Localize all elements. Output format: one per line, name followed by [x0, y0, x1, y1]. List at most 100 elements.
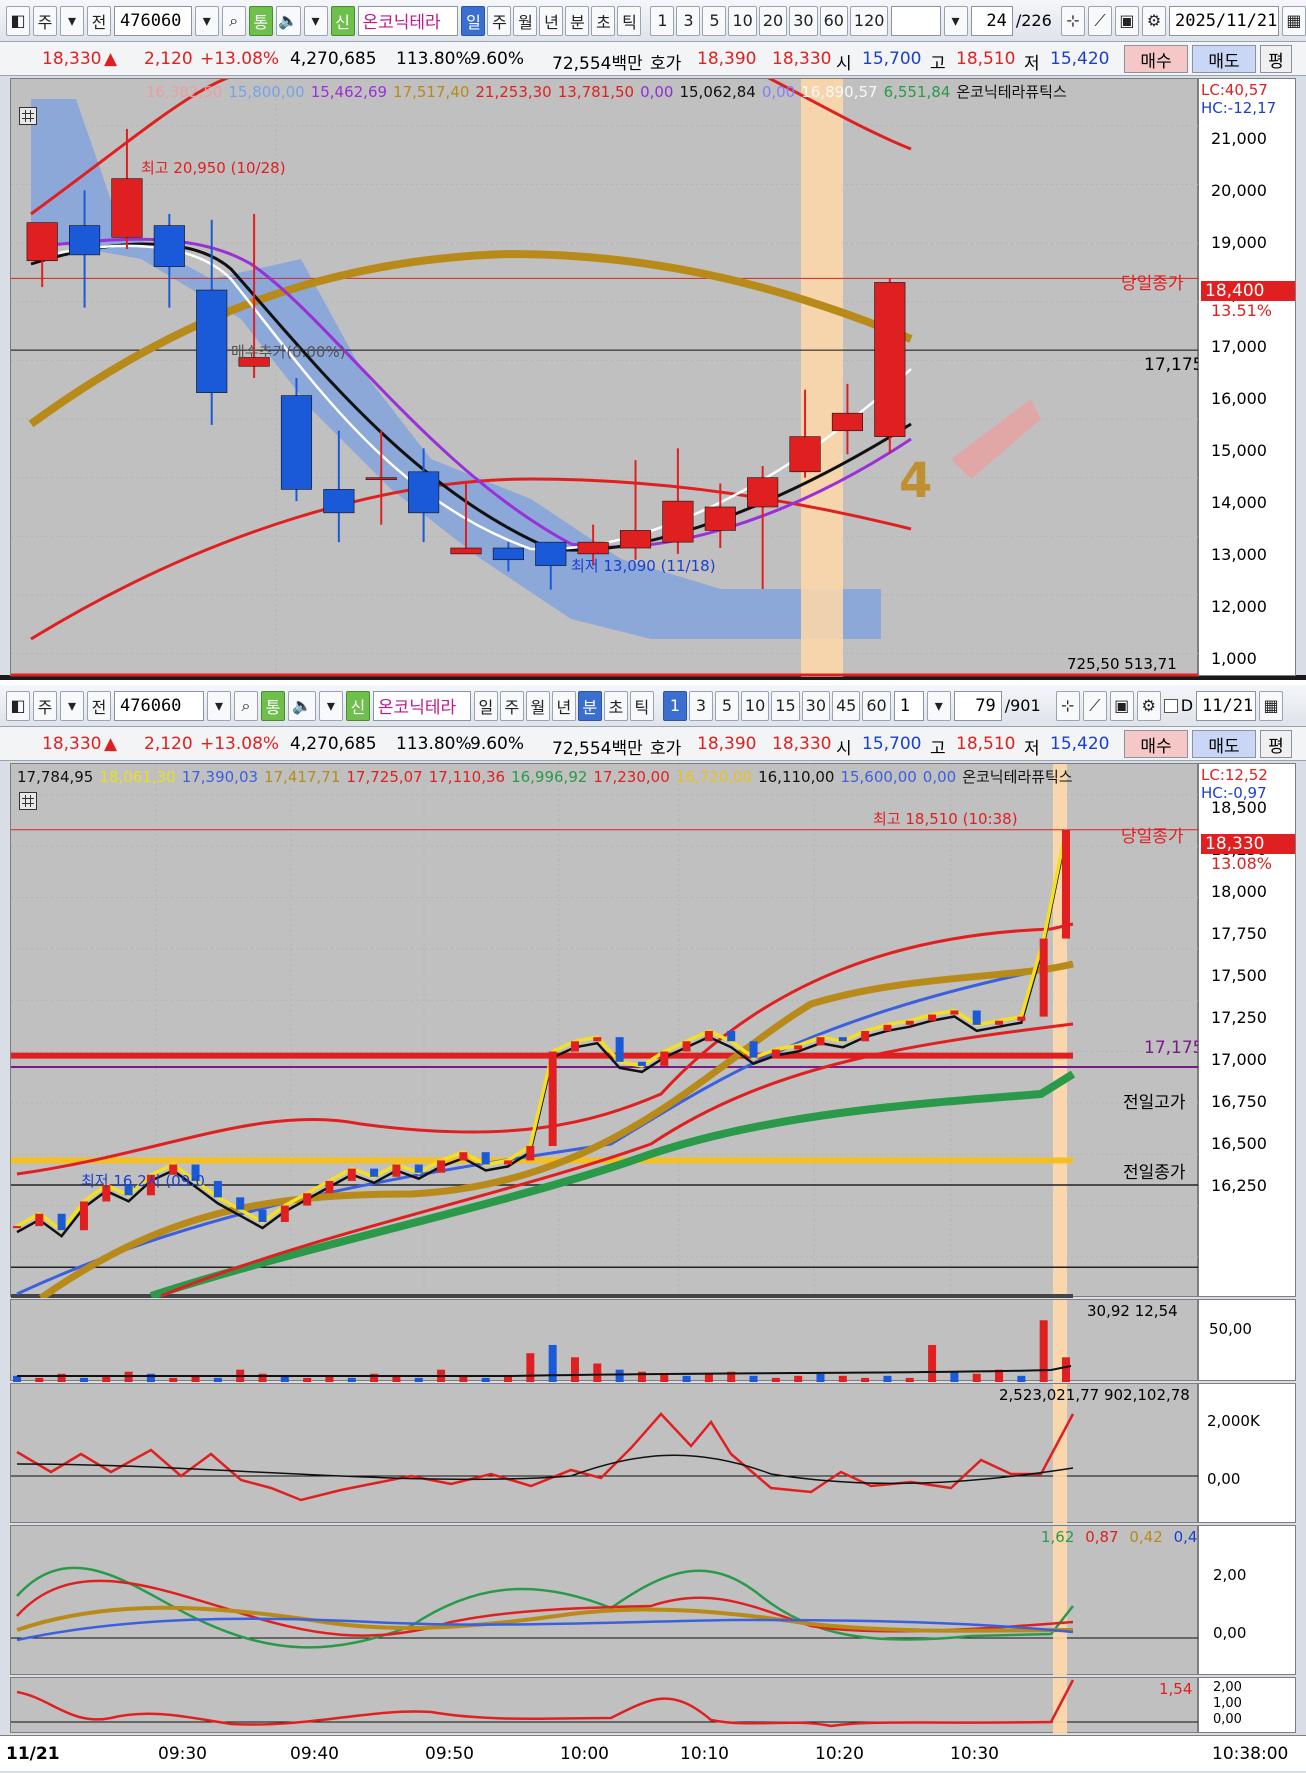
search-icon[interactable]: ⌕ — [234, 690, 258, 721]
tong-button[interactable]: 통 — [248, 5, 273, 36]
eval-button[interactable]: 평 — [1260, 45, 1292, 73]
minute-candle — [861, 1031, 870, 1042]
tab-interval-4[interactable]: 15 — [771, 690, 800, 721]
tab-period-1[interactable]: 주 — [487, 5, 512, 36]
osc-v2: 0,87 — [1085, 1528, 1119, 1546]
minute-price-axis[interactable]: LC:12,52 HC:-0,97 18,50018,25018,00017,7… — [1198, 763, 1296, 1297]
tab-period-0[interactable]: 일 — [461, 5, 486, 36]
legend-value-7: 15,062,84 — [679, 83, 756, 101]
volume-ma-line — [17, 1365, 1072, 1377]
sell-button[interactable]: 매도 — [1192, 45, 1256, 73]
tab-period-6[interactable]: 틱 — [629, 690, 654, 721]
oscillator-chart[interactable]: 1,62 0,87 0,42 0,45 — [10, 1525, 1207, 1676]
buy-button[interactable]: 매수 — [1124, 45, 1188, 73]
tab-interval-1[interactable]: 3 — [688, 690, 713, 721]
tab-interval-6[interactable]: 60 — [819, 5, 848, 36]
tab-interval-2[interactable]: 5 — [714, 690, 739, 721]
speaker-dropdown-icon[interactable]: ▾ — [303, 5, 328, 36]
tab-interval-7[interactable]: 60 — [862, 690, 891, 721]
gear-icon[interactable]: ⚙ — [1136, 690, 1161, 721]
trend-tool-icon[interactable]: ⟋ — [1087, 5, 1112, 36]
tab-interval-6[interactable]: 45 — [832, 690, 861, 721]
buy-button[interactable]: 매수 — [1124, 730, 1188, 758]
period-all-button[interactable]: 전 — [87, 690, 111, 721]
tab-period-3[interactable]: 년 — [551, 690, 576, 721]
tab-interval-3[interactable]: 10 — [728, 5, 757, 36]
interval-blank-input[interactable] — [891, 5, 941, 36]
candle-count-input[interactable]: 24 — [970, 5, 1013, 36]
chart-menu-icon[interactable]: ◧ — [6, 690, 30, 721]
speaker-icon[interactable]: 🔈 — [275, 5, 301, 36]
volume-axis-tick: 50,00 — [1209, 1320, 1252, 1338]
y-tick-10: 1,000 — [1211, 649, 1257, 668]
tab-interval-5[interactable]: 30 — [789, 5, 818, 36]
unit-input[interactable]: 1 — [893, 690, 924, 721]
date-input[interactable]: 2025/11/21 — [1168, 5, 1279, 36]
market-type-button[interactable]: 주 — [33, 690, 57, 721]
market-type-dropdown-icon[interactable]: ▾ — [60, 690, 84, 721]
tab-interval-1[interactable]: 3 — [676, 5, 701, 36]
volume-chart[interactable]: 30,92 12,54 — [10, 1299, 1198, 1382]
tab-interval-0[interactable]: 1 — [662, 690, 687, 721]
minute-candle — [370, 1168, 379, 1177]
grid-toggle-icon[interactable] — [19, 107, 37, 125]
tab-interval-5[interactable]: 30 — [801, 690, 830, 721]
tab-interval-2[interactable]: 5 — [702, 5, 727, 36]
tab-period-5[interactable]: 초 — [591, 5, 616, 36]
tab-interval-7[interactable]: 120 — [849, 5, 889, 36]
daily-price-axis[interactable]: LC:40,57 HC:-12,17 21,000 20,000 19,000 18,… — [1198, 78, 1296, 676]
save-icon[interactable]: ▣ — [1109, 690, 1134, 721]
date-input[interactable]: 11/21 — [1196, 690, 1257, 721]
calendar-icon[interactable]: ▦ — [1259, 690, 1284, 721]
highlight-bar — [1053, 1526, 1067, 1676]
period-all-button[interactable]: 전 — [87, 5, 111, 36]
sell-button[interactable]: 매도 — [1192, 730, 1256, 758]
save-icon[interactable]: ▣ — [1114, 5, 1139, 36]
speaker-icon[interactable]: 🔈 — [288, 690, 316, 721]
tong-button[interactable]: 통 — [261, 690, 285, 721]
credit-badge[interactable]: 신 — [345, 690, 370, 721]
tab-period-2[interactable]: 월 — [525, 690, 550, 721]
calendar-icon[interactable]: ▦ — [1281, 5, 1306, 36]
tab-interval-4[interactable]: 20 — [758, 5, 788, 36]
ref-line-label: 17,175 — [1144, 1038, 1204, 1058]
interval-dropdown-icon[interactable]: ▾ — [943, 5, 968, 36]
tab-period-3[interactable]: 년 — [539, 5, 564, 36]
tab-period-2[interactable]: 월 — [513, 5, 538, 36]
market-type-button[interactable]: 주 — [33, 5, 57, 36]
daily-price-chart[interactable]: 16,382,50 15,800,00 15,462,69 17,517,40 21,2… — [10, 67, 1203, 677]
tab-period-0[interactable]: 일 — [473, 690, 498, 721]
stock-code-input[interactable]: 476060 — [114, 690, 204, 721]
search-icon[interactable]: ⌕ — [221, 5, 246, 36]
tab-period-5[interactable]: 초 — [603, 690, 628, 721]
eval-button[interactable]: 평 — [1260, 730, 1292, 758]
stock-code-input[interactable]: 476060 — [114, 5, 192, 36]
grid-toggle-icon[interactable] — [19, 792, 37, 810]
d-checkbox[interactable] — [1163, 698, 1178, 713]
crosshair-icon[interactable]: ⊹ — [1055, 690, 1080, 721]
tab-interval-3[interactable]: 10 — [740, 690, 770, 721]
tab-period-4[interactable]: 분 — [577, 690, 602, 721]
obv-chart[interactable]: 2,523,021,77 902,102,78 — [10, 1383, 1199, 1524]
chart-menu-icon[interactable]: ◧ — [6, 5, 30, 36]
time-axis[interactable]: 11/21 09:30 09:40 09:50 10:00 10:10 10:20 10:30… — [0, 1735, 1306, 1771]
code-dropdown-icon[interactable]: ▾ — [194, 5, 219, 36]
volume-bar — [1017, 1375, 1026, 1382]
gear-icon[interactable]: ⚙ — [1141, 5, 1166, 36]
speaker-dropdown-icon[interactable]: ▾ — [318, 690, 343, 721]
market-type-dropdown-icon[interactable]: ▾ — [60, 5, 84, 36]
wave-number: 4 — [899, 453, 933, 509]
crosshair-icon[interactable]: ⊹ — [1060, 5, 1085, 36]
trend-tool-icon[interactable]: ⟋ — [1082, 690, 1107, 721]
candle-body — [577, 541, 609, 555]
tab-period-4[interactable]: 분 — [565, 5, 590, 36]
code-dropdown-icon[interactable]: ▾ — [207, 690, 231, 721]
tab-period-6[interactable]: 틱 — [617, 5, 642, 36]
credit-badge[interactable]: 신 — [330, 5, 355, 36]
tab-period-1[interactable]: 주 — [499, 690, 524, 721]
unit-dropdown-icon[interactable]: ▾ — [926, 690, 951, 721]
tab-interval-0[interactable]: 1 — [650, 5, 675, 36]
candle-count-input[interactable]: 79 — [953, 690, 1002, 721]
minute-price-chart[interactable]: 17,784,95 18,061,30 17,390,03 17,417,71 17,7… — [10, 763, 1203, 1301]
momentum-chart[interactable]: 1,54 — [10, 1677, 1199, 1734]
